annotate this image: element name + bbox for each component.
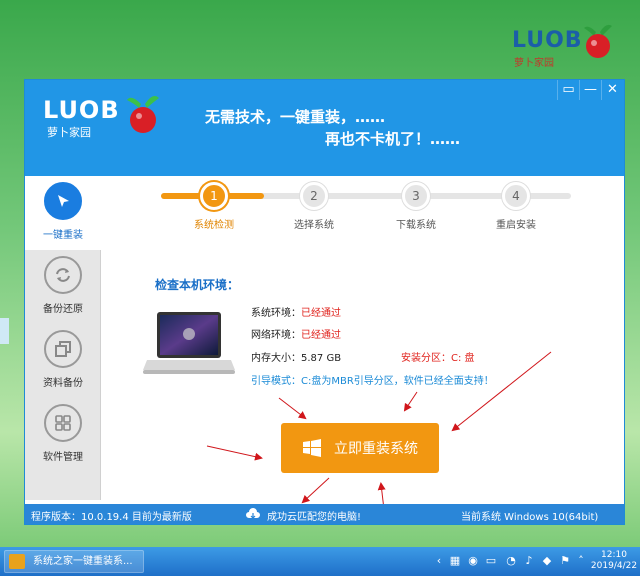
installer-window: LUOB 萝卜家园 无需技术，一键重装，…… 再也不卡机了！…… ▭ — ✕ 一…: [24, 79, 625, 525]
cloud-match-text: 成功云匹配您的电脑!: [267, 512, 362, 523]
clock-time: 12:10: [601, 550, 627, 560]
version-text: 程序版本：10.0.19.4 目前为最新版: [31, 512, 192, 523]
wifi-tray-icon[interactable]: ◔: [504, 554, 518, 568]
sound-tray-icon[interactable]: ♪: [522, 554, 536, 568]
taskbar-app-label: 系统之家一键重装系...: [33, 556, 133, 567]
desktop-logo-text: LUOB: [512, 28, 583, 53]
chevron-left-icon[interactable]: ‹: [432, 554, 446, 568]
flag-tray-icon[interactable]: ⚑: [558, 554, 572, 568]
cloud-icon: [246, 508, 260, 519]
app-icon: [9, 554, 25, 569]
shield-tray-icon[interactable]: ◆: [540, 554, 554, 568]
taskbar-app-button[interactable]: 系统之家一键重装系...: [4, 550, 144, 573]
desktop-logo: LUOB 萝卜家园: [508, 22, 618, 74]
desktop-logo-subtitle: 萝卜家园: [514, 58, 554, 69]
display-tray-icon[interactable]: ▭: [484, 554, 498, 568]
network-tray-icon[interactable]: ▦: [448, 554, 462, 568]
clock[interactable]: 12:10 2019/4/22: [590, 550, 638, 572]
annotation-arrows: [206, 351, 552, 519]
current-os-text: 当前系统 Windows 10(64bit): [461, 512, 599, 523]
status-bar: 程序版本：10.0.19.4 目前为最新版 成功云匹配您的电脑! 当前系统 Wi…: [25, 504, 624, 524]
radish-icon: [584, 24, 612, 58]
clock-date: 2019/4/22: [590, 561, 638, 571]
desktop-edge-marker: [0, 318, 9, 344]
app-tray-icon[interactable]: ◉: [466, 554, 480, 568]
chevron-up-icon[interactable]: ˄: [574, 554, 588, 568]
taskbar: 系统之家一键重装系... ‹ ▦ ◉ ▭ ◔ ♪ ◆ ⚑ ˄ 12:10 201…: [0, 547, 640, 576]
